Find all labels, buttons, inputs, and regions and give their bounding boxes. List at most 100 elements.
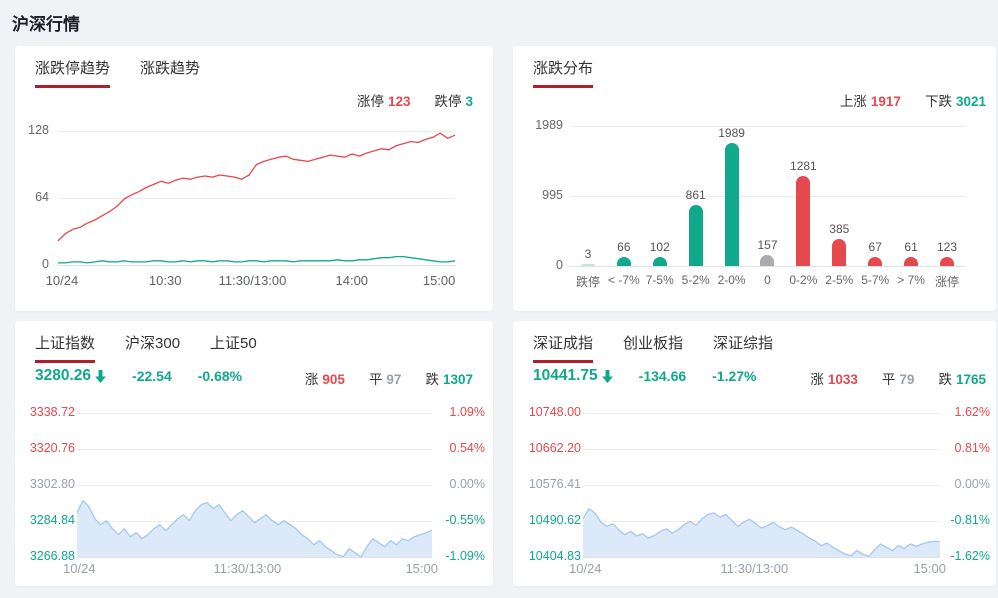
sz-y-label: 10576.41 <box>528 477 581 491</box>
y-tick-128: 128 <box>28 123 49 137</box>
distribution-categories: 跌停 < -7% 7-5% 5-2% 2-0% 0 0-2% 2-5% 5-7% > 7% 涨停 <box>570 273 965 290</box>
sh-index-quote: 3280.26 -22.54 -0.68% <box>35 367 242 385</box>
bar <box>688 205 703 266</box>
sz-index-tabs: 深证成指 创业板指 深证综指 <box>533 332 773 363</box>
tab-distribution[interactable]: 涨跌分布 <box>533 57 594 88</box>
down-arrow-icon <box>95 369 106 383</box>
limit-trend-lines <box>57 132 456 264</box>
sh-index-tabs: 上证指数 沪深300 上证50 <box>35 332 257 363</box>
tab-limit-trend[interactable]: 涨跌停趋势 <box>35 57 111 88</box>
sz-x-tick: 10/24 <box>569 561 602 576</box>
x-tick: 15:00 <box>422 273 456 288</box>
bar-category-label: 2-5% <box>825 273 854 287</box>
sh-x-tick: 15:00 <box>405 561 438 576</box>
bar-value-label: 1281 <box>790 159 817 173</box>
sz-x-tick: 15:00 <box>913 561 946 576</box>
distribution-chart: 3 66 102 861 1989 157 1281 385 67 61 123 跌停 < -7% 7-… <box>570 126 965 289</box>
sh-y-label: 3302.80 <box>29 477 75 491</box>
gridline-baseline <box>58 265 455 266</box>
bar-value-label: 123 <box>937 240 958 254</box>
bar-column: 66 <box>606 126 642 266</box>
x-tick: 11:30/13:00 <box>218 273 287 288</box>
bar-value-label: 861 <box>685 188 706 202</box>
gridline-baseline <box>570 266 965 267</box>
bar-category-label: 0 <box>764 273 771 287</box>
sh-index-price: 3280.26 <box>35 367 106 385</box>
sz-pct-label: 0.00% <box>954 477 990 491</box>
tab-sse50[interactable]: 上证50 <box>210 332 257 363</box>
sh-down-stat: 跌 1307 <box>425 372 473 387</box>
sz-down-stat: 跌 1765 <box>938 372 986 387</box>
sh-pct-label: -0.55% <box>445 513 485 527</box>
decliners-count: 3021 <box>955 94 986 109</box>
bar-column: 385 <box>821 126 857 266</box>
bar <box>940 257 955 266</box>
bar-value-label: 1989 <box>718 126 745 140</box>
distribution-tabs: 涨跌分布 <box>533 57 594 88</box>
bar-column: 3 <box>570 126 606 266</box>
sh-index-area <box>76 499 433 558</box>
bar-column: 1281 <box>785 126 821 266</box>
sz-flat-stat: 平 79 <box>881 372 915 387</box>
bar-column: 1989 <box>714 126 750 266</box>
panel-distribution: 涨跌分布 上涨 1917 下跌 3021 1989 995 0 3 66 102 861 1… <box>513 46 996 311</box>
advancers-count: 1917 <box>870 94 901 109</box>
tab-csi300[interactable]: 沪深300 <box>125 332 180 363</box>
x-tick: 10/24 <box>45 273 79 288</box>
y-tick-1989: 1989 <box>535 118 563 132</box>
bar-value-label: 3 <box>584 247 592 261</box>
bar-value-label: 102 <box>649 240 670 254</box>
limit-up-stat: 涨停 123 <box>356 94 411 109</box>
sz-pct-label: 1.62% <box>954 405 990 419</box>
bar-category-label: 7-5% <box>645 273 674 287</box>
bar-value-label: 67 <box>868 240 882 254</box>
sz-index-chart: 10/24 11:30/13:00 15:00 <box>569 413 946 576</box>
sh-pct-label: 0.00% <box>449 477 485 491</box>
sz-pct-label: -0.81% <box>950 513 990 527</box>
bar-category-label: 涨停 <box>935 275 960 289</box>
sz-pct-label: -1.62% <box>950 549 990 563</box>
tab-chinext[interactable]: 创业板指 <box>623 332 683 363</box>
bar-category-label: > 7% <box>897 273 925 287</box>
bar-value-label: 385 <box>829 222 850 236</box>
panel-sz-index: 深证成指 创业板指 深证综指 10441.75 -134.66 -1.27% 涨… <box>513 321 996 586</box>
sz-y-label: 10490.62 <box>528 513 581 527</box>
distribution-bars: 3 66 102 861 1989 157 1281 385 67 61 123 <box>570 126 965 266</box>
bar <box>616 257 631 266</box>
bar-column: 861 <box>678 126 714 266</box>
bar-category-label: 0-2% <box>789 273 818 287</box>
x-tick: 10:30 <box>148 273 182 288</box>
sz-pct-label: 0.81% <box>954 441 990 455</box>
y-tick-0b: 0 <box>556 258 563 272</box>
bar <box>832 239 847 266</box>
bar <box>760 255 775 266</box>
bar <box>580 264 595 266</box>
bar-column: 67 <box>857 126 893 266</box>
sh-flat-stat: 平 97 <box>368 372 402 387</box>
bar-column: 123 <box>929 126 965 266</box>
down-arrow-icon <box>601 369 613 383</box>
sz-index-pct: -1.27% <box>712 368 757 384</box>
bar-column: 157 <box>750 126 786 266</box>
distribution-stats: 上涨 1917 下跌 3021 <box>840 90 986 110</box>
tab-updown-trend[interactable]: 涨跌趋势 <box>140 57 200 88</box>
sh-x-tick: 11:30/13:00 <box>213 561 282 576</box>
tab-sz-composite[interactable]: 深证综指 <box>713 332 773 363</box>
tab-sz-component[interactable]: 深证成指 <box>533 332 594 363</box>
bar-category-label: < -7% <box>608 273 640 287</box>
sz-index-price: 10441.75 <box>533 367 613 385</box>
sh-y-label: 3320.76 <box>29 441 75 455</box>
sh-breadth-stats: 涨 905 平 97 跌 1307 <box>305 368 473 388</box>
panel-sh-index: 上证指数 沪深300 上证50 3280.26 -22.54 -0.68% 涨9… <box>15 321 493 586</box>
bar-category-label: 5-2% <box>681 273 710 287</box>
sh-index-pct: -0.68% <box>197 368 243 384</box>
sh-pct-label: 0.54% <box>449 441 485 455</box>
panel-limit-trend: 涨跌停趋势 涨跌趋势 涨停 123 跌停 3 128 64 0 10/24 10:3… <box>15 46 493 311</box>
sz-index-change: -134.66 <box>638 368 687 384</box>
bar-column: 102 <box>642 126 678 266</box>
sz-index-quote: 10441.75 -134.66 -1.27% <box>533 367 757 385</box>
bar <box>724 143 739 266</box>
tab-sh-composite[interactable]: 上证指数 <box>35 332 96 363</box>
y-tick-995: 995 <box>542 188 563 202</box>
sz-y-label: 10662.20 <box>528 441 581 455</box>
